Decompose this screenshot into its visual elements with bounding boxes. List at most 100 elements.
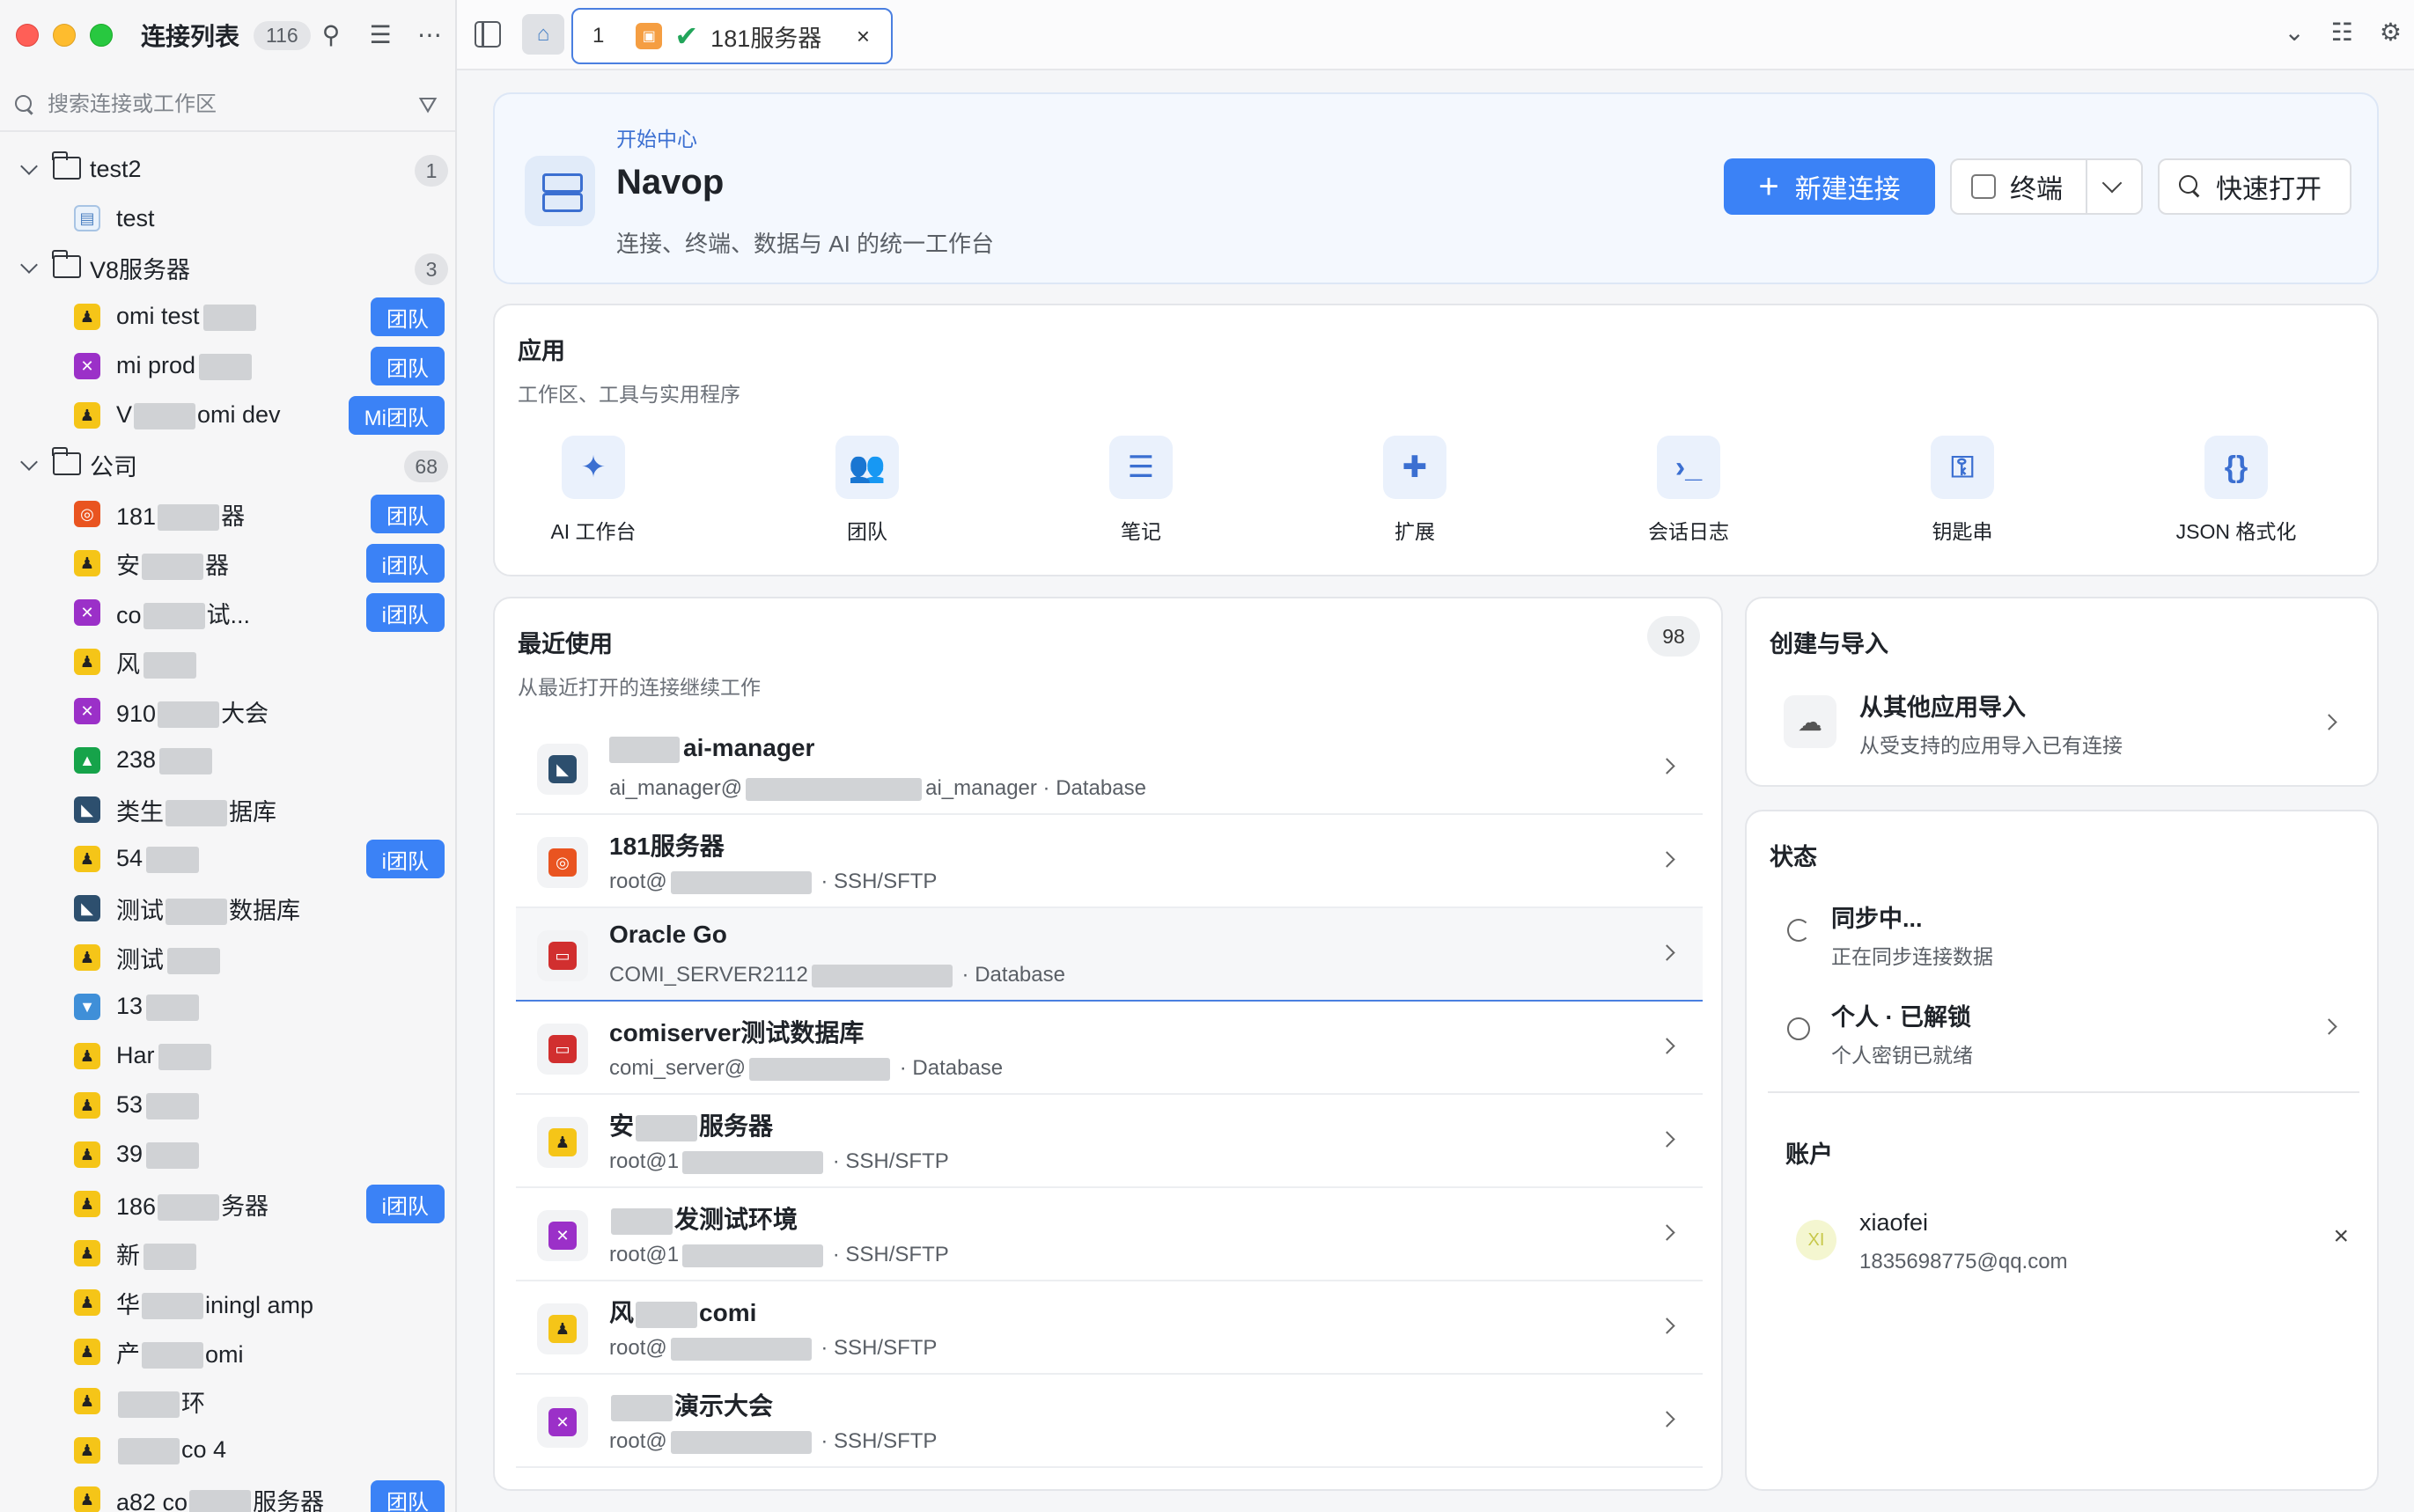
recent-item[interactable]: ▭ Oracle Go COMI_SERVER2112 · Database	[516, 908, 1703, 1002]
connection-name-part: test	[116, 204, 155, 231]
connection-item[interactable]: ♟ 风	[0, 637, 455, 686]
connection-item[interactable]: ♟ 产 omi	[0, 1327, 455, 1376]
terminal-split-button[interactable]: 终端	[1950, 158, 2143, 215]
connection-item[interactable]: ♟ 新	[0, 1229, 455, 1278]
group-row[interactable]: test2 1	[0, 144, 455, 194]
sync-status-row: 同步中... 正在同步连接数据	[1768, 896, 2359, 980]
group-row[interactable]: 公司 68	[0, 440, 455, 489]
app-sparkle[interactable]: ✦ AI 工作台	[514, 436, 673, 545]
linux-icon: ♟	[548, 1128, 577, 1156]
filter-icon[interactable]: ⛛	[418, 92, 438, 120]
connection-item[interactable]: ◣ 测试 数据库	[0, 884, 455, 933]
chevron-down-icon[interactable]	[20, 158, 38, 175]
divider	[1768, 1091, 2359, 1093]
recent-item[interactable]: ♟ 风 comi root@ · SSH/SFTP	[516, 1281, 1703, 1375]
app-team[interactable]: 👥 团队	[788, 436, 946, 545]
connection-name-part: 华	[116, 1291, 140, 1318]
redacted-text	[811, 964, 953, 987]
recent-name-part: comi	[699, 1299, 757, 1326]
app-label: 会话日志	[1648, 520, 1729, 543]
app-label: AI 工作台	[550, 520, 637, 543]
linux-icon: ♟	[74, 1092, 100, 1119]
new-connection-button[interactable]: + 新建连接	[1724, 158, 1935, 215]
recent-item[interactable]: ✕ 发测试环境 root@1 · SSH/SFTP	[516, 1188, 1703, 1281]
chevron-down-icon[interactable]: ⌄	[2284, 18, 2304, 47]
connection-item[interactable]: ▤ test	[0, 194, 455, 243]
close-window-button[interactable]	[16, 24, 39, 47]
recent-type: SSH/SFTP	[845, 1149, 949, 1173]
connection-item[interactable]: ♟ Vomi dev Mi团队	[0, 391, 455, 440]
chevron-down-icon[interactable]	[20, 453, 38, 471]
connection-item[interactable]: ♟ 安器 i团队	[0, 539, 455, 588]
plus-icon: +	[1758, 167, 1779, 206]
connection-item[interactable]: ♟ 测试	[0, 933, 455, 982]
team-icon: 👥	[835, 436, 899, 499]
recent-list: ◣ ai-manager ai_manager@ ai_manager · Datab…	[516, 722, 1703, 1468]
connection-item[interactable]: ▲ 238	[0, 736, 455, 785]
connection-name-part: omi dev	[197, 401, 281, 429]
notes-icon: ☰	[1109, 436, 1173, 499]
group-count-badge: 3	[415, 253, 448, 285]
recent-name-part: 风	[609, 1299, 635, 1326]
connection-name-part: 910	[116, 700, 157, 727]
zoom-window-button[interactable]	[90, 24, 113, 47]
app-notes[interactable]: ☰ 笔记	[1062, 436, 1220, 545]
quick-open-button[interactable]: 快速打开	[2158, 158, 2351, 215]
chevron-down-icon[interactable]	[2101, 172, 2123, 194]
quick-open-label: 快速打开	[2216, 175, 2322, 204]
import-from-apps-row[interactable]: ☁ 从其他应用导入 从受支持的应用导入已有连接	[1768, 686, 2359, 774]
connection-item[interactable]: ◎ 181 器 团队	[0, 489, 455, 539]
recent-item[interactable]: ♟ 安 服务器 root@1 · SSH/SFTP	[516, 1095, 1703, 1188]
checklist-icon[interactable]: ☷	[2331, 18, 2353, 47]
terminal-icon	[1971, 174, 1996, 199]
connection-item[interactable]: ✕ 910 大会	[0, 686, 455, 736]
toggle-sidebar-icon[interactable]	[475, 21, 501, 48]
gear-icon[interactable]: ⚙	[2380, 18, 2402, 47]
connection-item[interactable]: ♟ 53	[0, 1081, 455, 1130]
connection-item[interactable]: ♟ 华 iningl amp	[0, 1278, 455, 1327]
connection-name: 910 大会	[116, 694, 269, 729]
recent-title: 最近使用	[518, 631, 613, 657]
app-puzzle[interactable]: ✚ 扩展	[1336, 436, 1494, 545]
chevron-down-icon[interactable]	[20, 256, 38, 274]
connection-item[interactable]: ♟ a82 co 服务器 团队	[0, 1475, 455, 1512]
app-json[interactable]: {} JSON 格式化	[2157, 436, 2315, 545]
connection-item[interactable]: ▼ 13	[0, 982, 455, 1031]
app-session-log[interactable]: ›_ 会话日志	[1609, 436, 1768, 545]
connection-item[interactable]: ✕ co 试... i团队	[0, 588, 455, 637]
redacted-text	[146, 1141, 200, 1169]
recent-item[interactable]: ◣ ai-manager ai_manager@ ai_manager · Datab…	[516, 722, 1703, 815]
connection-name-part: 环	[181, 1390, 205, 1417]
connection-item[interactable]: ♟ Har	[0, 1031, 455, 1081]
recent-item[interactable]: ◎ 181服务器 root@ · SSH/SFTP	[516, 815, 1703, 908]
connection-item[interactable]: ♟ co 4	[0, 1426, 455, 1475]
app-key[interactable]: ⚿ 钥匙串	[1883, 436, 2042, 545]
recent-item[interactable]: ▭ comiserver测试数据库 comi_server@ · Database	[516, 1002, 1703, 1095]
recent-icon-box: ♟	[537, 1117, 588, 1168]
connection-item[interactable]: ✕ mi prod 团队	[0, 341, 455, 391]
apps-subtitle: 工作区、工具与实用程序	[518, 383, 740, 406]
list-icon[interactable]: ☰	[367, 19, 394, 49]
group-row[interactable]: V8服务器 3	[0, 243, 455, 292]
home-icon[interactable]: ⌂	[522, 14, 564, 55]
recent-name-part: Oracle Go	[609, 921, 727, 948]
pin-icon[interactable]: ⚲	[318, 19, 344, 49]
recent-host: root@	[609, 1336, 667, 1360]
connection-item[interactable]: ♟ 39	[0, 1130, 455, 1179]
recent-item[interactable]: ✕ 演示大会 root@ · SSH/SFTP	[516, 1375, 1703, 1468]
connection-item[interactable]: ◣ 类生 据库	[0, 785, 455, 834]
connection-name-part: 风	[116, 650, 140, 678]
team-badge: Mi团队	[348, 396, 445, 435]
search-input[interactable]	[48, 92, 382, 117]
more-icon[interactable]: ⋯	[416, 19, 443, 49]
connection-item[interactable]: ♟ 环	[0, 1376, 455, 1426]
personal-vault-row[interactable]: 个人 · 已解锁 个人密钥已就绪	[1768, 995, 2359, 1079]
tab-181-server[interactable]: 1 ▣ ✔ 181服务器 ×	[571, 8, 893, 64]
connection-item[interactable]: ♟ omi test 团队	[0, 292, 455, 341]
sync-title: 同步中...	[1831, 906, 1923, 932]
close-icon[interactable]: ×	[2333, 1222, 2349, 1251]
close-tab-icon[interactable]: ×	[857, 23, 870, 50]
connection-item[interactable]: ♟ 186 务器 i团队	[0, 1179, 455, 1229]
connection-item[interactable]: ♟ 54 i团队	[0, 834, 455, 884]
minimize-window-button[interactable]	[53, 24, 76, 47]
